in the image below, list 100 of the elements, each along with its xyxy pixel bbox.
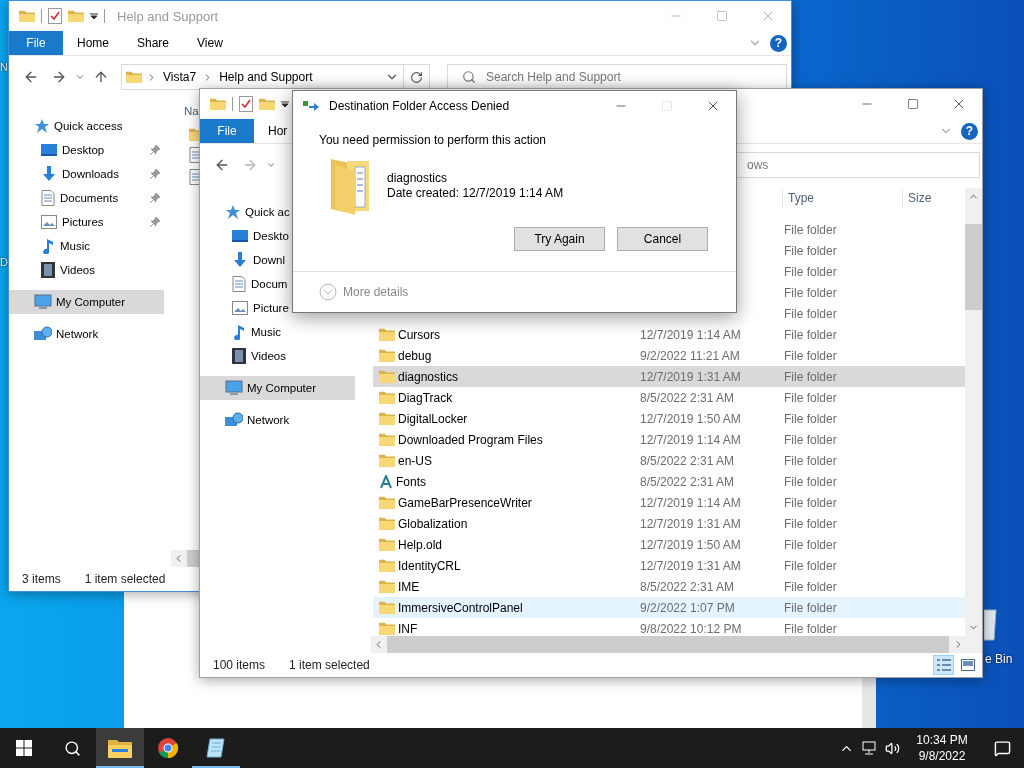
windows-logo-icon [16,740,32,756]
file-row[interactable]: diagnostics 12/7/2019 1:31 AM File folder [373,366,965,387]
folder-icon [379,349,395,362]
scrollbar-thumb[interactable] [187,550,199,567]
folder-icon [379,412,395,425]
file-row[interactable]: Fonts 8/5/2022 2:31 AM File folder [373,471,965,492]
column-header[interactable]: Type [782,188,902,208]
item-count: 3 items [22,572,61,586]
ribbon-tab[interactable]: View [183,31,237,55]
folder-icon [379,601,395,614]
nav-item[interactable]: Network [200,408,355,432]
date-modified: 9/8/2022 10:12 PM [640,621,742,636]
scrollbar-thumb[interactable] [387,636,949,653]
star-icon [225,204,241,220]
caret-icon [281,100,289,108]
maximize-icon [907,98,919,110]
item-count: 100 items [213,658,266,672]
date-modified: 12/7/2019 1:14 AM [640,432,741,447]
file-tab[interactable]: File [200,119,254,143]
nav-item[interactable]: Videos [200,344,355,368]
nav-item[interactable]: Music [200,320,355,344]
nav-item[interactable]: Pictures [9,210,164,234]
network-icon [34,326,52,342]
breadcrumb[interactable]: Vista7 [161,70,199,84]
file-row[interactable]: GameBarPresenceWriter 12/7/2019 1:14 AM File folder [373,492,965,513]
file-row[interactable]: en-US 8/5/2022 2:31 AM File folder [373,450,965,471]
pin-icon [150,169,160,179]
folder-icon [379,580,395,593]
window-title: Help and Support [117,8,219,24]
more-details-button[interactable]: More details [319,283,409,301]
folder-icon [126,70,142,84]
file-tab[interactable]: File [9,31,63,55]
file-type: File folder [784,306,837,321]
ribbon-tab[interactable]: Home [63,31,123,55]
pin-icon [150,193,160,203]
computer-icon [225,380,243,396]
caret-icon [90,12,98,20]
file-row[interactable]: Cursors 12/7/2019 1:14 AM File folder [373,324,965,345]
folder-icon [379,622,395,635]
help-button[interactable]: ? [961,122,978,140]
file-row[interactable]: Downloaded Program Files 12/7/2019 1:14 AM File folder [373,429,965,450]
caret-icon [75,72,85,82]
details-view-button[interactable] [933,655,954,675]
file-row[interactable]: INF 9/8/2022 10:12 PM File folder [373,618,965,639]
maximize-icon [661,100,673,112]
nav-item[interactable]: Desktop [9,138,164,162]
file-row[interactable]: IME 8/5/2022 2:31 AM File folder [373,576,965,597]
file-row[interactable]: debug 9/2/2022 11:21 AM File folder [373,345,965,366]
file-name: ImmersiveControlPanel [398,600,523,615]
date-modified: 12/7/2019 1:14 AM [640,327,741,342]
file-row[interactable]: DigitalLocker 12/7/2019 1:50 AM File folder [373,408,965,429]
download-arrow-icon [232,252,248,268]
breadcrumb[interactable]: Help and Support [217,70,315,84]
file-name: en-US [398,453,432,468]
taskbar-app[interactable] [96,728,144,768]
scrollbar-thumb[interactable] [965,224,982,310]
search-icon [63,739,81,757]
properties-icon [239,96,253,112]
help-button[interactable]: ? [770,34,787,52]
date-modified: 12/7/2019 1:31 AM [640,369,741,384]
file-row[interactable]: Globalization 12/7/2019 1:31 AM File folder [373,513,965,534]
document-icon [232,276,246,292]
file-name: debug [398,348,432,363]
file-type: File folder [784,495,837,510]
nav-item[interactable]: Music [9,234,164,258]
forward-arrow-icon [51,69,67,85]
properties-icon [48,8,62,24]
folder-icon [210,97,226,111]
file-row[interactable]: IdentityCRL 12/7/2019 1:31 AM File folder [373,555,965,576]
file-type: File folder [784,474,837,489]
file-row[interactable]: DiagTrack 8/5/2022 2:31 AM File folder [373,387,965,408]
ribbon-tab[interactable]: Share [123,31,184,55]
date-modified: 8/5/2022 2:31 AM [640,474,735,489]
nav-item[interactable]: Quick access [9,114,164,138]
speech-bubble-icon [993,739,1011,757]
folder-icon [68,9,84,23]
font-letter-icon [379,474,393,489]
nav-item[interactable]: Downloads [9,162,164,186]
file-row[interactable]: Help.old 12/7/2019 1:50 AM File folder [373,534,965,555]
file-row[interactable]: ImmersiveControlPanel 9/2/2022 1:07 PM File folder [373,597,965,618]
nav-item[interactable]: Videos [9,258,164,282]
nav-item[interactable]: My Computer [200,376,355,400]
nav-item[interactable]: Documents [9,186,164,210]
file-name: diagnostics [398,369,459,384]
folder-icon [108,738,132,758]
file-name: DiagTrack [398,390,453,405]
folder-icon [379,517,395,530]
caret-icon [266,160,276,170]
file-type: File folder [784,348,837,363]
date-modified: 9/2/2022 1:07 PM [640,600,735,615]
dialog-button[interactable]: Cancel [617,227,708,251]
date-modified: 8/5/2022 2:31 AM [640,390,735,405]
dialog-button[interactable]: Try Again [514,227,605,251]
file-name: Fonts [396,474,426,489]
date-modified: 8/5/2022 2:31 AM [640,579,735,594]
nav-item[interactable]: Network [9,322,164,346]
refresh-button[interactable] [404,64,430,90]
file-detail: Date created: 12/7/2019 1:14 AM [387,186,564,201]
nav-item[interactable]: My Computer [9,290,164,314]
clock[interactable]: 10:34 PM 9/8/2022 [904,728,980,768]
